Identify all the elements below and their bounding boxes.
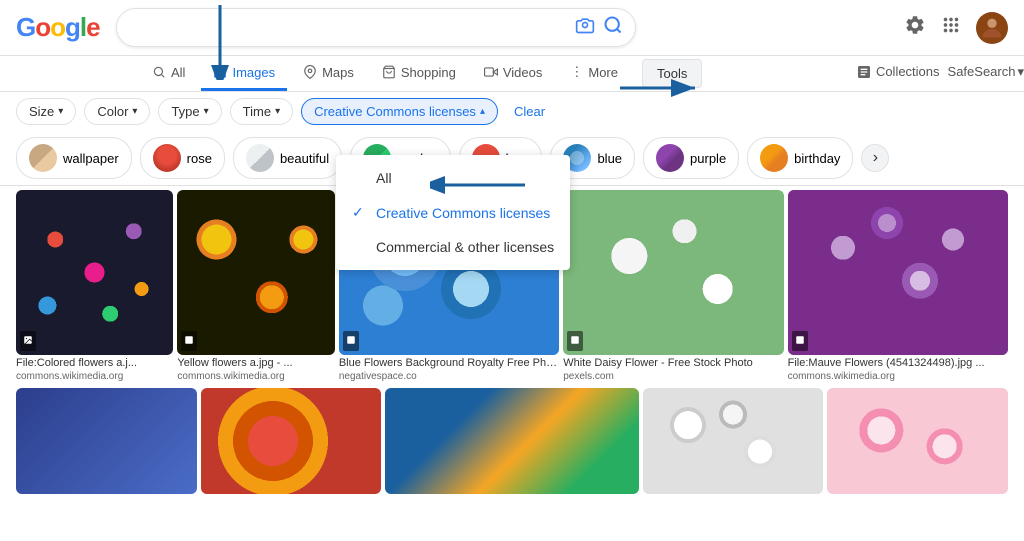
image-thumb-6[interactable] <box>16 388 197 494</box>
image-source-4: pexels.com <box>563 371 783 382</box>
suggestion-birthday[interactable]: birthday <box>747 137 853 179</box>
tab-videos[interactable]: Videos <box>472 57 555 91</box>
dropdown-item-all[interactable]: All <box>336 161 570 195</box>
image-title-5: File:Mauve Flowers (4541324498).jpg ... <box>788 355 1008 371</box>
settings-icon[interactable] <box>904 14 926 42</box>
color-chevron: ▾ <box>132 106 137 117</box>
tab-more[interactable]: ⋮ More <box>558 56 630 91</box>
license-chevron: ▴ <box>480 106 485 117</box>
suggestion-purple[interactable]: purple <box>643 137 739 179</box>
image-grid-row2 <box>0 386 1024 496</box>
license-dropdown: All ✓ Creative Commons licenses Commerci… <box>336 155 570 270</box>
type-chevron: ▾ <box>204 106 209 117</box>
check-cc-icon: ✓ <box>352 204 368 221</box>
tools-button[interactable]: Tools <box>642 59 702 88</box>
tab-shopping[interactable]: Shopping <box>370 57 468 91</box>
avatar[interactable] <box>976 12 1008 44</box>
apps-icon[interactable] <box>940 14 962 42</box>
image-source-2: commons.wikimedia.org <box>177 371 334 382</box>
nav-right: Collections SafeSearch ▾ <box>856 64 1024 84</box>
image-source-5: commons.wikimedia.org <box>788 371 1008 382</box>
tab-maps[interactable]: Maps <box>291 57 366 91</box>
image-thumb-10[interactable] <box>827 388 1008 494</box>
tab-images[interactable]: Images <box>201 57 287 91</box>
time-chevron: ▾ <box>275 106 280 117</box>
search-input[interactable]: flowers <box>129 19 567 37</box>
dropdown-item-commercial[interactable]: Commercial & other licenses <box>336 230 570 264</box>
filter-type[interactable]: Type ▾ <box>158 98 221 125</box>
filter-license[interactable]: Creative Commons licenses ▴ <box>301 98 498 125</box>
image-item-5[interactable]: File:Mauve Flowers (4541324498).jpg ... … <box>788 190 1008 382</box>
header: Google flowers <box>0 0 1024 56</box>
image-thumb-5[interactable] <box>788 190 1008 355</box>
image-item-1[interactable]: File:Colored flowers a.j... commons.wiki… <box>16 190 173 382</box>
image-title-3: Blue Flowers Background Royalty Free Pho… <box>339 355 559 371</box>
image-thumb-8[interactable] <box>385 388 638 494</box>
clear-button[interactable]: Clear <box>506 99 553 124</box>
header-right <box>904 12 1008 44</box>
image-title-4: White Daisy Flower - Free Stock Photo <box>563 355 783 371</box>
filter-color[interactable]: Color ▾ <box>84 98 150 125</box>
nav-bar: All Images Maps Shopping Videos ⋮ More T… <box>0 56 1024 92</box>
image-source-3: negativespace.co <box>339 371 559 382</box>
scroll-right-button[interactable]: › <box>861 144 889 172</box>
suggestion-rose[interactable]: rose <box>140 137 225 179</box>
image-thumb-1[interactable] <box>16 190 173 355</box>
size-chevron: ▾ <box>58 106 63 117</box>
tab-all[interactable]: All <box>140 57 197 91</box>
image-item-2[interactable]: Yellow flowers a.jpg - ... commons.wikim… <box>177 190 334 382</box>
search-box: flowers <box>116 8 636 47</box>
image-thumb-4[interactable] <box>563 190 783 355</box>
camera-icon[interactable] <box>575 15 595 40</box>
image-item-4[interactable]: White Daisy Flower - Free Stock Photo pe… <box>563 190 783 382</box>
filter-size[interactable]: Size ▾ <box>16 98 76 125</box>
image-thumb-2[interactable] <box>177 190 334 355</box>
dropdown-item-cc[interactable]: ✓ Creative Commons licenses <box>336 195 570 230</box>
image-source-1: commons.wikimedia.org <box>16 371 173 382</box>
suggestion-beautiful[interactable]: beautiful <box>233 137 342 179</box>
search-button[interactable] <box>603 15 623 40</box>
google-logo[interactable]: Google <box>16 12 100 43</box>
suggestion-wallpaper[interactable]: wallpaper <box>16 137 132 179</box>
nav-tabs: All Images Maps Shopping Videos ⋮ More T… <box>140 56 856 91</box>
image-thumb-7[interactable] <box>201 388 382 494</box>
filter-bar: Size ▾ Color ▾ Type ▾ Time ▾ Creative Co… <box>0 92 1024 131</box>
safe-search[interactable]: SafeSearch ▾ <box>948 64 1024 80</box>
image-title-2: Yellow flowers a.jpg - ... <box>177 355 334 371</box>
filter-time[interactable]: Time ▾ <box>230 98 293 125</box>
image-thumb-9[interactable] <box>643 388 824 494</box>
image-title-1: File:Colored flowers a.j... <box>16 355 173 371</box>
collections-button[interactable]: Collections <box>856 64 940 80</box>
